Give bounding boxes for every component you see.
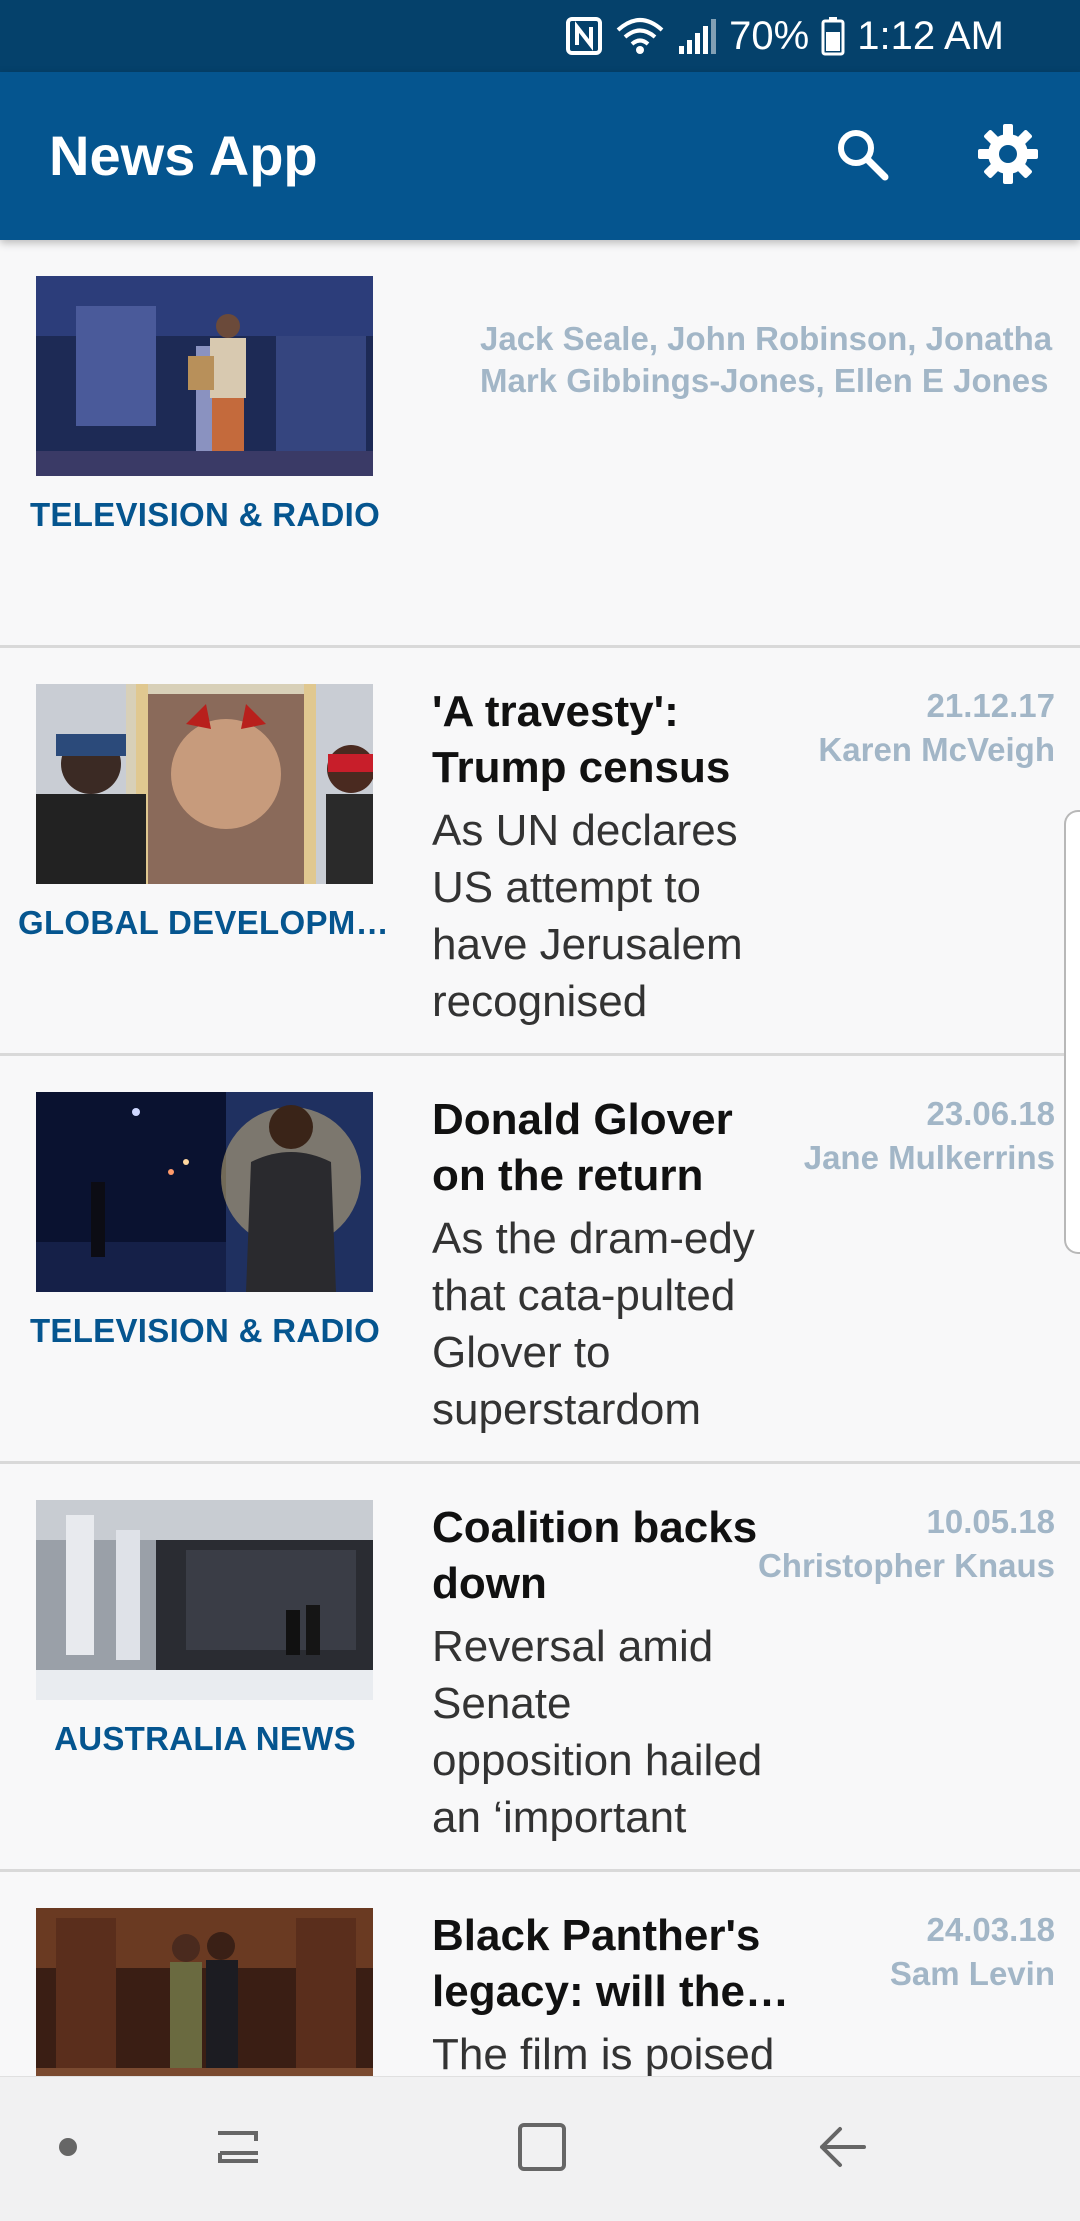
article-meta: 10.05.18 Christopher Knaus — [758, 1500, 1055, 1588]
search-icon — [832, 124, 892, 189]
navigation-bar — [0, 2076, 1080, 2221]
article-date: 24.03.18 — [926, 1911, 1055, 1948]
battery-text: 70% — [729, 13, 810, 58]
article-byline: Christopher Knaus — [757, 1547, 1055, 1584]
home-icon — [512, 2117, 572, 2182]
article-card[interactable]: AUSTRALIA NEWS Coalition backs down Reve… — [0, 1464, 1080, 1872]
article-headline: Coalition backs down — [432, 1503, 758, 1608]
article-list[interactable]: TELEVISION & RADIO Jack Seale, John Robi… — [0, 240, 1080, 2076]
article-section: TELEVISION & RADIO — [29, 1312, 381, 1349]
article-thumbnail — [36, 1908, 373, 2076]
article-standfirst: Reversal amid Senate opposition hailed a… — [432, 1622, 763, 1842]
app-title: News App — [49, 124, 318, 187]
clock-text: 1:12 AM — [857, 13, 1004, 58]
search-button[interactable] — [820, 114, 904, 198]
article-card[interactable]: GLOBAL DEVELOPMENT 'A travesty': Trump c… — [0, 648, 1080, 1056]
signal-icon — [677, 16, 717, 56]
article-thumbnail — [36, 1500, 373, 1700]
article-headline: 'A travesty': Trump census — [432, 687, 731, 792]
article-date: 21.12.17 — [926, 687, 1055, 724]
article-standfirst: The film is poised — [432, 2030, 775, 2076]
article-date: 10.05.18 — [926, 1503, 1055, 1540]
recents-icon — [208, 2117, 268, 2182]
article-byline: Jack Seale, John Robinson, Jonatha Mark … — [480, 320, 1053, 399]
article-meta: 21.12.17 Karen McVeigh — [818, 684, 1055, 772]
recents-button[interactable] — [198, 2109, 278, 2189]
article-meta: 23.06.18 Jane Mulkerrins — [804, 1092, 1055, 1180]
article-byline: Jane Mulkerrins — [803, 1139, 1055, 1176]
app-bar: News App — [0, 72, 1080, 240]
article-text: Coalition backs down Reversal amid Senat… — [432, 1500, 772, 1846]
back-button[interactable] — [802, 2109, 882, 2189]
settings-button[interactable] — [966, 114, 1050, 198]
article-thumbnail — [36, 684, 373, 884]
home-button[interactable] — [502, 2109, 582, 2189]
article-text: Donald Glover on the return As the dram-… — [432, 1092, 772, 1438]
battery-icon — [821, 16, 845, 56]
article-card[interactable]: TELEVISION & RADIO Jack Seale, John Robi… — [0, 240, 1080, 648]
settings-icon — [976, 122, 1040, 191]
dot-button[interactable] — [28, 2109, 108, 2189]
article-section: TELEVISION & RADIO — [29, 496, 381, 533]
article-card[interactable]: TELEVISION & RADIO Donald Glover on the … — [0, 1056, 1080, 1464]
article-meta: 24.03.18 Sam Levin — [890, 1908, 1055, 1996]
article-date: 23.06.18 — [926, 1095, 1055, 1132]
article-section: AUSTRALIA NEWS — [54, 1720, 356, 1757]
wifi-icon — [615, 16, 665, 56]
article-thumbnail — [36, 1092, 373, 1292]
article-text: 'A travesty': Trump census As UN declare… — [432, 684, 772, 1030]
article-headline: Black Panther's legacy: will the rest — [432, 1911, 761, 2016]
article-byline: Karen McVeigh — [818, 731, 1055, 768]
article-thumbnail — [36, 276, 373, 476]
article-card[interactable]: Black Panther's legacy: will the rest Th… — [0, 1872, 1080, 2076]
dot-icon — [56, 2135, 80, 2164]
status-icons: 70% 1:12 AM — [565, 0, 1004, 72]
article-byline: Sam Levin — [889, 1955, 1055, 1992]
scrollbar-thumb[interactable] — [1064, 810, 1080, 1254]
status-bar: 70% 1:12 AM — [0, 0, 1080, 72]
article-standfirst: As the dram-edy that cata-pulted Glover … — [432, 1214, 755, 1434]
back-icon — [812, 2117, 872, 2182]
nfc-icon — [565, 16, 603, 56]
article-headline: Donald Glover on the return — [432, 1095, 733, 1200]
article-standfirst: As UN declares US attempt to have Jerusa… — [432, 806, 743, 1026]
article-text: Black Panther's legacy: will the rest Th… — [432, 1908, 822, 2076]
article-section: GLOBAL DEVELOPMENT — [18, 904, 392, 941]
